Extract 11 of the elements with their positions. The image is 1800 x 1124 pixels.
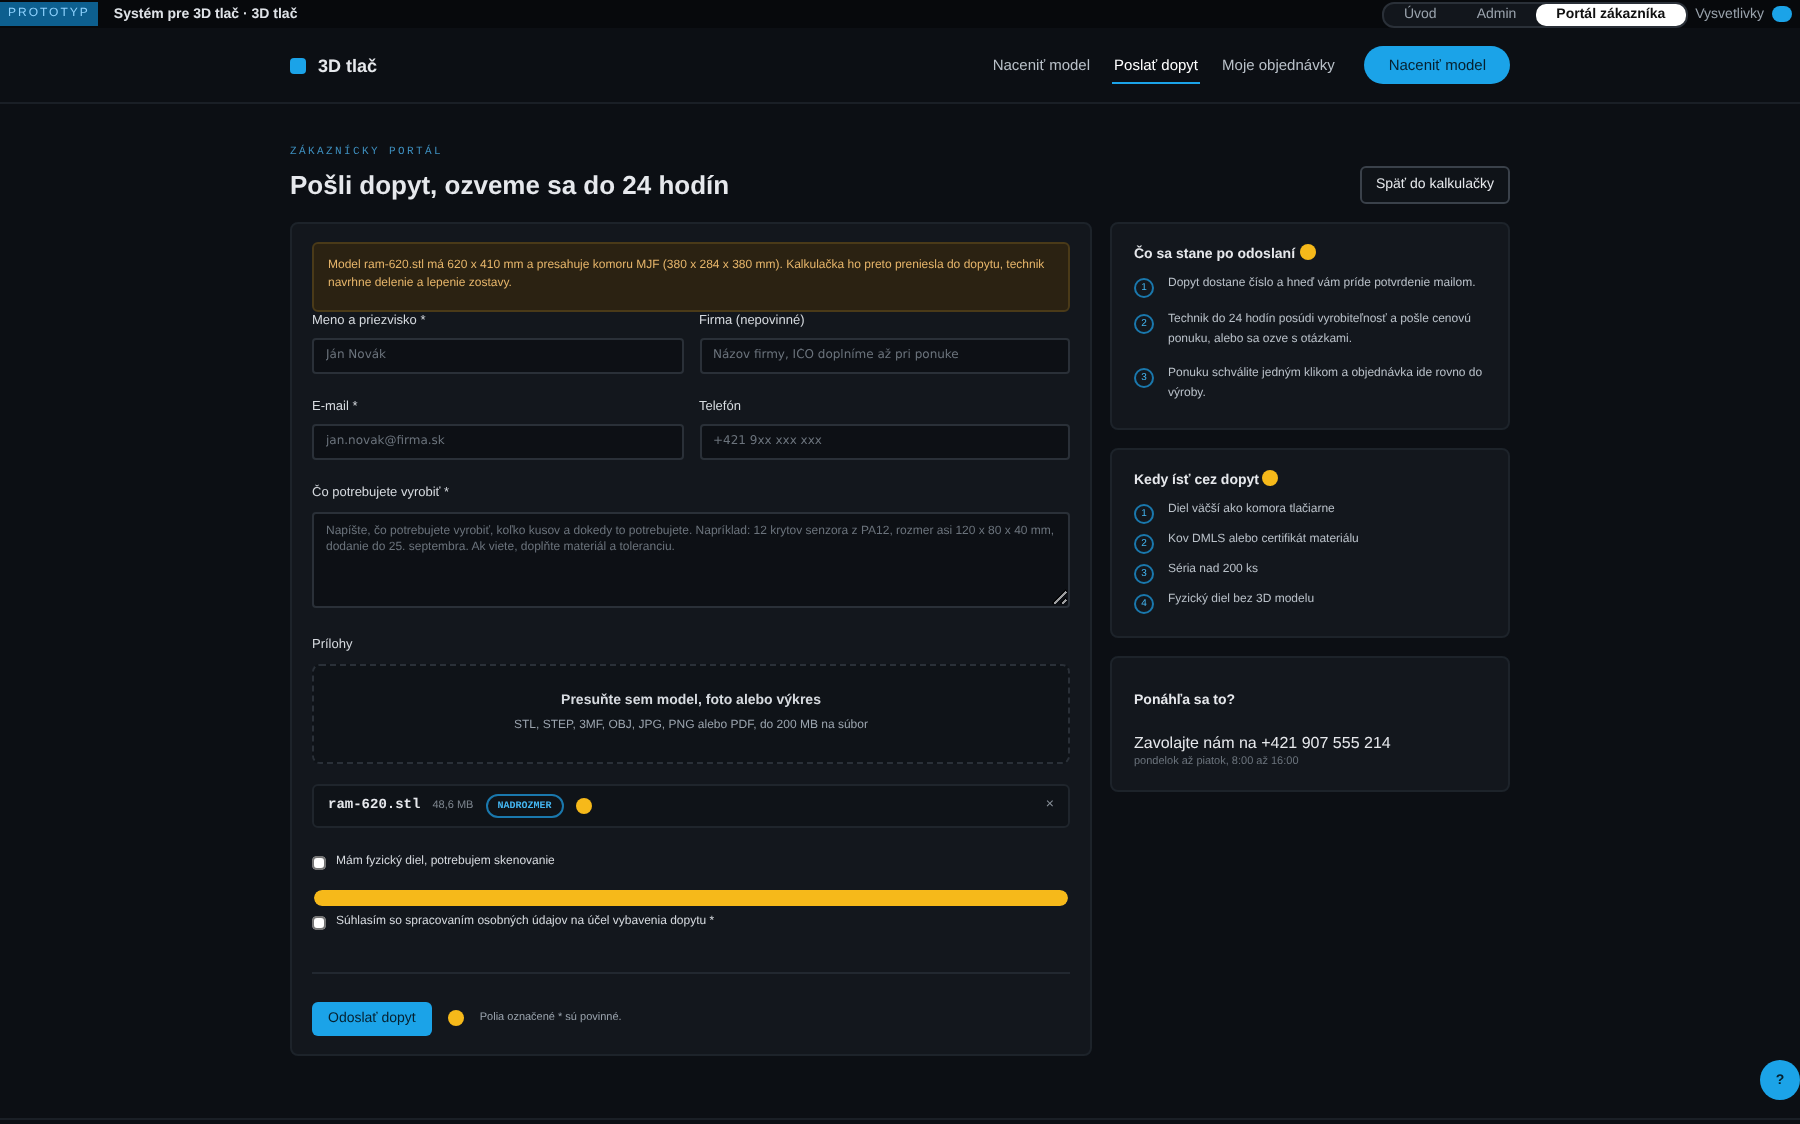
page-title: Pošli dopyt, ozveme sa do 24 hodín <box>290 170 730 200</box>
logo-icon <box>290 57 306 73</box>
phone-text: Zavolajte nám na +421 907 555 214 <box>1134 733 1393 752</box>
hint-dot[interactable] <box>1299 244 1316 260</box>
checkbox[interactable] <box>312 915 326 930</box>
hints-toggle[interactable] <box>1772 6 1792 22</box>
hint-dot[interactable] <box>447 1010 464 1027</box>
hint-dot[interactable] <box>575 797 592 814</box>
logo-text: 3D tlač <box>318 55 378 75</box>
hint-dot[interactable] <box>1262 469 1279 486</box>
checkbox[interactable] <box>312 855 326 870</box>
